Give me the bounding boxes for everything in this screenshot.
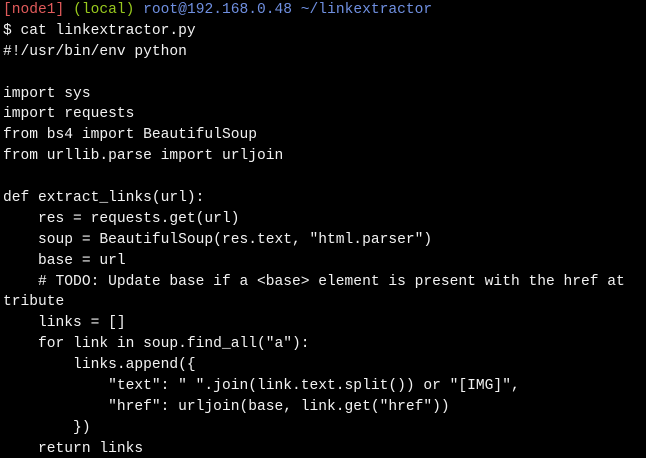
code-line: links = [] — [3, 315, 126, 332]
code-line: import sys — [3, 85, 91, 102]
code-line: def extract_links(url): — [3, 190, 205, 207]
code-line: tribute — [3, 294, 65, 311]
code-line: links.append({ — [3, 357, 196, 374]
prompt-node-label: [node1] — [3, 2, 65, 18]
code-line: from bs4 import BeautifulSoup — [3, 127, 257, 144]
code-line: # TODO: Update base if a <base> element … — [3, 273, 625, 290]
command-line: $ cat linkextractor.py — [3, 22, 196, 39]
prompt-local-label: (local) — [73, 2, 135, 18]
code-line: "text": " ".join(link.text.split()) or "… — [3, 378, 520, 395]
code-line: from urllib.parse import urljoin — [3, 148, 284, 165]
code-line: import requests — [3, 106, 135, 123]
code-line: for link in soup.find_all("a"): — [3, 336, 310, 353]
code-line: #!/usr/bin/env python — [3, 43, 187, 60]
code-line: soup = BeautifulSoup(res.text, "html.par… — [3, 231, 433, 248]
code-line: "href": urljoin(base, link.get("href")) — [3, 398, 450, 415]
code-line: }) — [3, 419, 91, 436]
prompt-host-path: root@192.168.0.48 ~/linkextractor — [143, 2, 433, 18]
code-line: base = url — [3, 252, 126, 269]
prompt-line: [node1] (local) root@192.168.0.48 ~/link… — [3, 0, 646, 21]
code-line: return links — [3, 440, 144, 457]
terminal-scrollbar[interactable] — [640, 0, 646, 458]
code-line: res = requests.get(url) — [3, 210, 240, 227]
terminal-window[interactable]: [node1] (local) root@192.168.0.48 ~/link… — [0, 0, 646, 458]
